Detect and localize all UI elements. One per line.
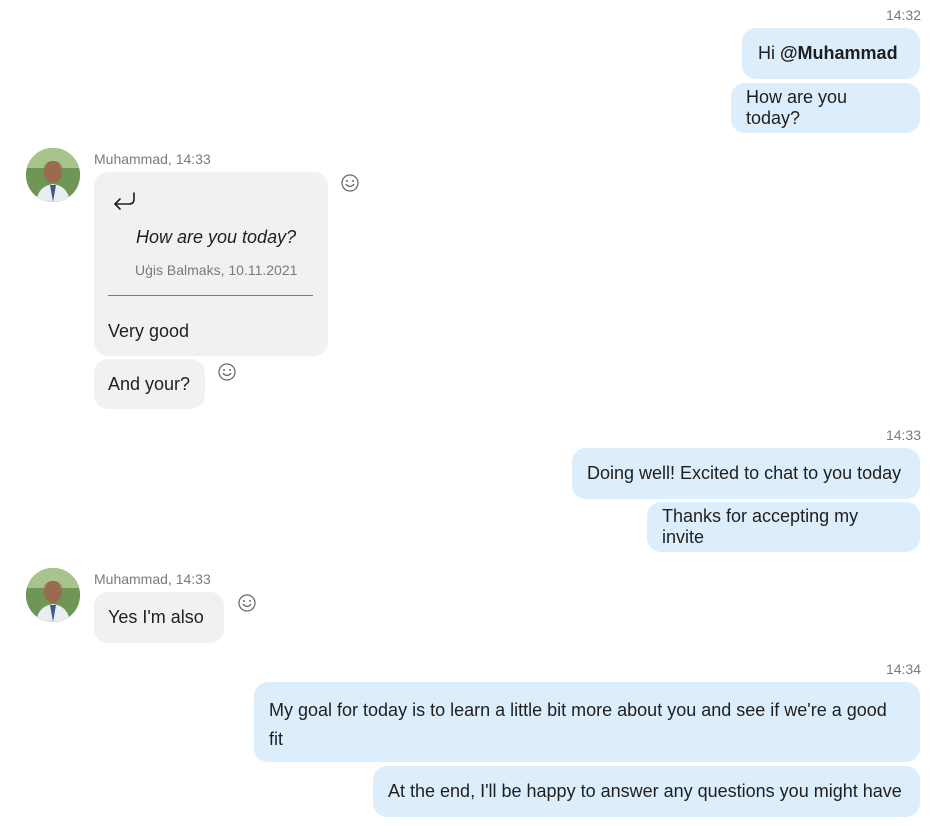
user-avatar — [26, 568, 80, 622]
timestamp: 14:34 — [885, 661, 921, 677]
message-text: Thanks for accepting my invite — [662, 506, 859, 547]
message-text: How are you today? — [746, 87, 848, 128]
message-text: Hi @Muhammad — [758, 43, 898, 64]
message-bubble-incoming[interactable]: Yes I'm also — [94, 592, 224, 643]
reply-arrow-icon — [114, 192, 135, 210]
message-bubble-outgoing[interactable]: My goal for today is to learn a little b… — [254, 682, 920, 762]
message-text: Very good — [108, 321, 190, 341]
message-bubble-outgoing[interactable]: How are you today? — [731, 83, 920, 133]
avatar[interactable] — [26, 148, 80, 202]
quoted-message-text: How are you today? — [136, 227, 297, 247]
avatar[interactable] — [26, 568, 80, 622]
message-text: Doing well! Excited to chat to you today — [587, 463, 902, 483]
quote-divider — [108, 295, 313, 296]
user-avatar — [26, 148, 80, 202]
timestamp: 14:32 — [885, 7, 921, 23]
timestamp: 14:33 — [885, 427, 921, 443]
quoted-message-meta: Uģis Balmaks, 10.11.2021 — [135, 262, 298, 278]
emoji-reaction-icon[interactable] — [340, 173, 360, 193]
message-bubble-outgoing[interactable]: Hi @Muhammad — [742, 28, 920, 79]
message-text: Yes I'm also — [108, 607, 204, 627]
message-bubble-incoming[interactable]: And your? — [94, 359, 205, 409]
emoji-reaction-icon[interactable] — [217, 362, 237, 382]
message-text: At the end, I'll be happy to answer any … — [388, 781, 902, 801]
message-prefix: Hi — [758, 43, 780, 63]
message-bubble-outgoing[interactable]: Doing well! Excited to chat to you today — [572, 448, 920, 499]
emoji-reaction-icon[interactable] — [237, 593, 257, 613]
message-text: And your? — [108, 373, 191, 394]
message-bubble-outgoing[interactable]: Thanks for accepting my invite — [647, 502, 920, 552]
message-bubble-incoming[interactable]: How are you today? Uģis Balmaks, 10.11.2… — [94, 172, 328, 356]
mention-link[interactable]: @Muhammad — [780, 43, 898, 63]
message-bubble-outgoing[interactable]: At the end, I'll be happy to answer any … — [373, 766, 920, 817]
message-text: My goal for today is to learn a little b… — [269, 700, 887, 749]
sender-name: Muhammad, 14:33 — [94, 571, 211, 587]
sender-name: Muhammad, 14:33 — [94, 151, 211, 167]
